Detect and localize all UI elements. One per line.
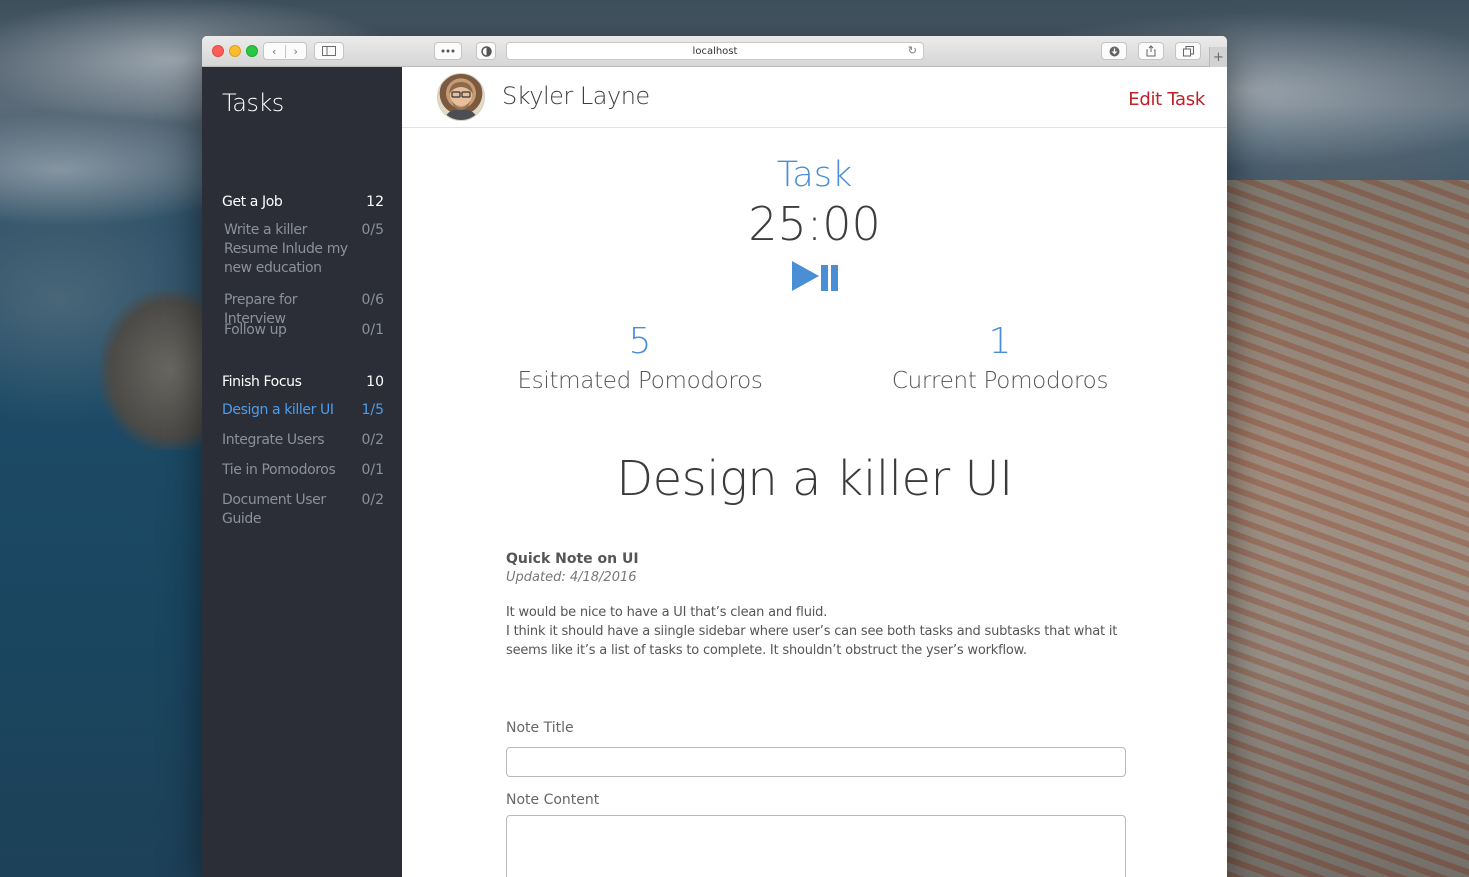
desktop-background: ‹ › localhost ↻ + Tasks Get a Job 12 Wri… [0,0,1469,877]
note-content-label: Note Content [506,792,600,808]
sidebar-item-integrate-users[interactable]: Integrate Users 0/2 [222,431,384,450]
sidebar-item-count: 0/2 [361,432,384,448]
url-text: localhost [692,45,738,57]
sidebar-item-label: Tie in Pomodoros [222,462,336,478]
sidebar-item-count: 0/6 [361,292,384,308]
sidebar-item-count: 0/1 [361,462,384,478]
tabs-icon [1182,45,1194,56]
estimated-pomodoros-value: 5 [628,321,652,362]
tab-overview-button[interactable] [1175,42,1201,60]
reader-dots-icon [441,49,455,53]
sidebar-item-design-ui[interactable]: Design a killer UI 1/5 [222,401,384,420]
note-line: I think it should have a siingle sidebar… [506,624,1118,658]
sidebar-icon [322,46,336,56]
sidebar-group-finish-focus[interactable]: Finish Focus 10 [222,373,384,392]
edit-task-link[interactable]: Edit Task [1128,89,1205,110]
background-rock [100,290,202,450]
estimated-pomodoros-label: Esitmated Pomodoros [517,368,763,394]
task-sidebar: Tasks Get a Job 12 Write a killer Resume… [202,67,402,877]
reader-button[interactable] [434,42,462,60]
sidebar-item-count: 0/2 [361,492,384,508]
user-name: Skyler Layne [502,82,650,110]
sidebar-item-label: Design a killer UI [222,402,334,418]
sidebar-group-label: Get a Job [222,194,283,210]
sidebar-item-document-guide[interactable]: Document User Guide 0/2 [222,491,384,529]
downloads-button[interactable] [1101,42,1127,60]
sidebar-item-label: Follow up [224,322,287,338]
background-town [1227,180,1469,877]
history-nav: ‹ › [263,42,307,60]
sidebar-toggle-button[interactable] [314,42,344,60]
avatar[interactable] [437,73,485,121]
new-tab-button[interactable]: + [1209,47,1227,67]
sidebar-group-count: 10 [366,374,384,390]
app-header: Skyler Layne Edit Task [402,67,1227,128]
share-button[interactable] [1138,42,1164,60]
note-title-input[interactable] [506,747,1126,777]
sidebar-item-tie-pomodoros[interactable]: Tie in Pomodoros 0/1 [222,461,384,480]
browser-window: ‹ › localhost ↻ + Tasks Get a Job 12 Wri… [202,36,1227,877]
back-icon[interactable]: ‹ [264,44,286,58]
sidebar-group-count: 12 [366,194,384,210]
download-icon [1109,46,1119,56]
address-bar[interactable]: localhost ↻ [506,42,924,60]
sidebar-item-follow-up[interactable]: Follow up 0/1 [224,321,384,340]
task-detail: Skyler Layne Edit Task Task 25:00 5 Esit… [402,67,1227,877]
note-updated-date: Updated: 4/18/2016 [506,570,637,585]
task-title: Design a killer UI [616,451,1013,507]
minimize-window-button[interactable] [229,45,241,57]
sidebar-group-get-a-job[interactable]: Get a Job 12 [222,193,384,212]
play-pause-button[interactable] [790,259,840,293]
current-pomodoros-label: Current Pomodoros [891,368,1109,394]
note-body: It would be nice to have a UI that’s cle… [506,603,1126,660]
sidebar-item-count: 0/1 [361,322,384,338]
play-pause-icon [792,261,838,291]
maximize-window-button[interactable] [246,45,258,57]
sidebar-group-label: Finish Focus [222,374,302,390]
privacy-button[interactable] [476,42,496,60]
sidebar-title: Tasks [222,89,284,117]
timer-section-label: Task [776,155,853,195]
current-pomodoros-value: 1 [988,321,1012,362]
share-icon [1146,45,1156,57]
browser-toolbar: ‹ › localhost ↻ + [202,36,1227,67]
note-title: Quick Note on UI [506,551,639,567]
timer-display: 25:00 [748,197,881,251]
reload-icon[interactable]: ↻ [908,44,917,57]
sidebar-item-write-resume[interactable]: Write a killer Resume Inlude my new educ… [224,221,384,278]
sidebar-item-label: Integrate Users [222,432,325,448]
sidebar-item-label: Write a killer Resume Inlude my new educ… [224,222,348,276]
sidebar-item-label: Document User Guide [222,492,326,527]
close-window-button[interactable] [212,45,224,57]
sidebar-item-count: 0/5 [361,222,384,238]
note-line: It would be nice to have a UI that’s cle… [506,605,828,620]
sidebar-item-count: 1/5 [361,402,384,418]
user-photo-icon [444,82,478,120]
note-title-label: Note Title [506,720,574,736]
shield-icon [480,45,492,57]
forward-icon[interactable]: › [286,45,307,58]
note-content-textarea[interactable] [506,815,1126,877]
